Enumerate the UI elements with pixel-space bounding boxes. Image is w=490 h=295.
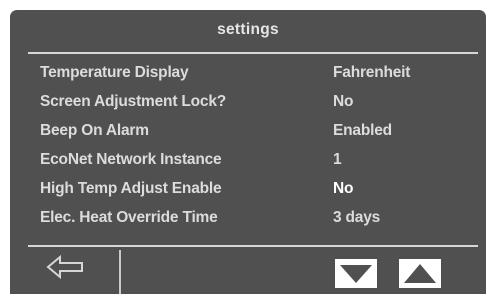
settings-screen: settings Temperature Display Fahrenheit … bbox=[10, 10, 486, 294]
page-title: settings bbox=[217, 21, 279, 38]
arrow-left-outline-icon bbox=[46, 254, 83, 280]
back-button[interactable] bbox=[46, 254, 86, 280]
setting-value[interactable]: No bbox=[333, 180, 353, 198]
setting-value[interactable]: No bbox=[333, 93, 353, 111]
scroll-up-button[interactable] bbox=[399, 259, 441, 288]
setting-row-beep-on-alarm[interactable]: Beep On Alarm Enabled bbox=[10, 117, 486, 146]
setting-row-temperature-display[interactable]: Temperature Display Fahrenheit bbox=[10, 59, 486, 88]
header-divider bbox=[28, 52, 478, 54]
setting-row-screen-adjustment-lock[interactable]: Screen Adjustment Lock? No bbox=[10, 88, 486, 117]
footer-divider bbox=[28, 245, 478, 247]
scroll-down-button[interactable] bbox=[335, 259, 377, 288]
setting-label: EcoNet Network Instance bbox=[40, 151, 222, 168]
setting-label: High Temp Adjust Enable bbox=[40, 180, 222, 197]
setting-label: Elec. Heat Override Time bbox=[40, 209, 218, 226]
triangle-down-icon bbox=[340, 265, 372, 283]
setting-row-econet-network-instance[interactable]: EcoNet Network Instance 1 bbox=[10, 146, 486, 175]
setting-value[interactable]: Enabled bbox=[333, 122, 392, 140]
setting-label: Screen Adjustment Lock? bbox=[40, 93, 227, 110]
setting-row-high-temp-adjust-enable[interactable]: High Temp Adjust Enable No bbox=[10, 175, 486, 204]
triangle-up-icon bbox=[404, 264, 436, 283]
setting-value[interactable]: 1 bbox=[333, 151, 342, 169]
footer-separator bbox=[119, 250, 121, 294]
setting-label: Beep On Alarm bbox=[40, 122, 149, 139]
setting-value[interactable]: 3 days bbox=[333, 209, 380, 227]
settings-list: Temperature Display Fahrenheit Screen Ad… bbox=[10, 59, 486, 233]
setting-row-elec-heat-override-time[interactable]: Elec. Heat Override Time 3 days bbox=[10, 204, 486, 233]
setting-label: Temperature Display bbox=[40, 64, 189, 81]
setting-value[interactable]: Fahrenheit bbox=[333, 64, 410, 82]
